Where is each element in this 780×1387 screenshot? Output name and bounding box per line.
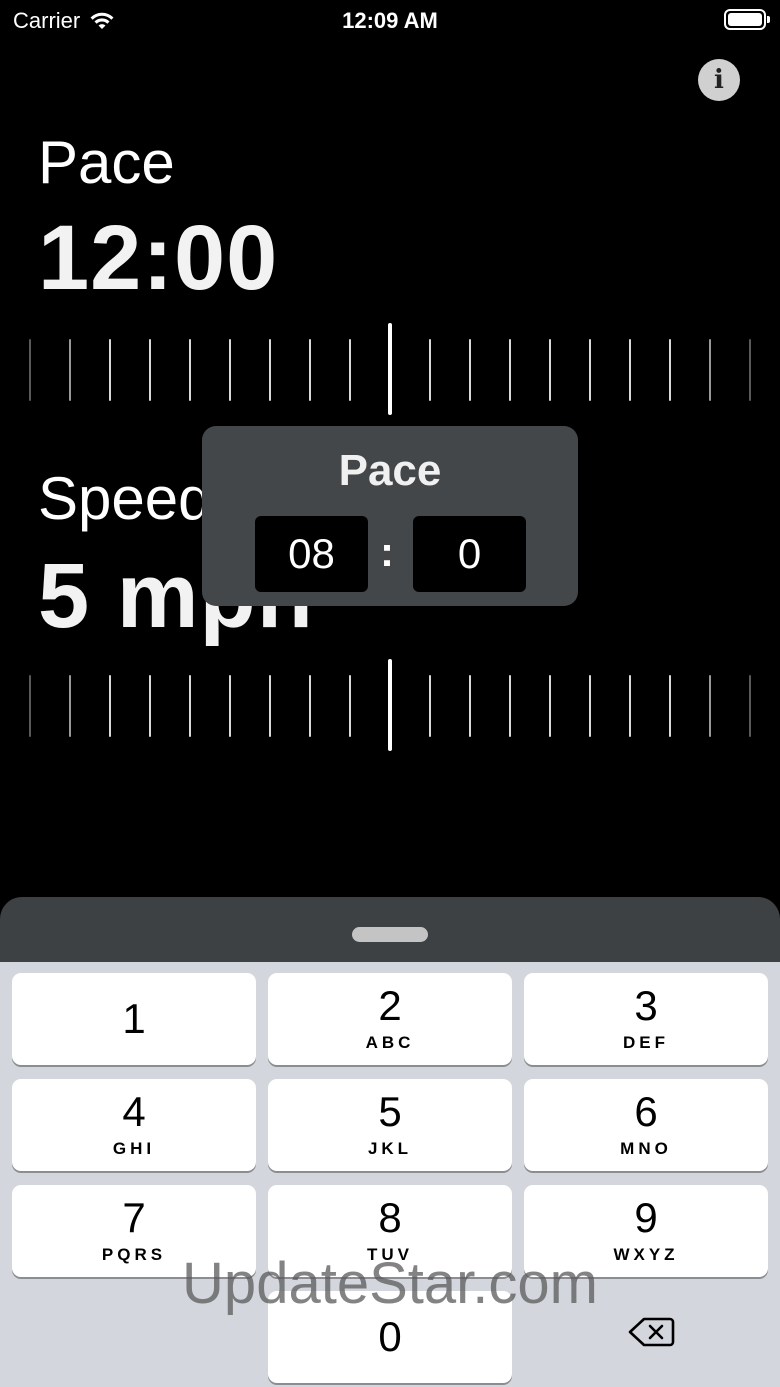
key-letters: DEF [623,1033,669,1052]
backspace-icon [628,1317,675,1347]
key-digit: 9 [634,1194,658,1241]
key-digit: 4 [122,1088,146,1135]
status-time: 12:09 AM [342,8,438,33]
key-digit: 1 [122,995,146,1042]
key-letters: JKL [367,1139,413,1158]
minutes-field[interactable]: 08 [255,516,368,592]
key-5[interactable]: 5 JKL [268,1079,512,1171]
key-digit: 3 [634,982,658,1029]
key-digit: 5 [378,1088,402,1135]
key-digit: 7 [122,1194,146,1241]
key-6[interactable]: 6 MNO [524,1079,768,1171]
pace-label: Pace [38,129,175,196]
pace-ruler-slider[interactable] [0,320,780,420]
key-digit: 8 [378,1194,402,1241]
info-button[interactable]: i [698,59,740,101]
key-0[interactable]: 0 [268,1291,512,1383]
key-letters: TUV [367,1245,413,1264]
sheet-grabber-handle[interactable] [352,927,428,942]
key-4[interactable]: 4 GHI [12,1079,256,1171]
key-letters: GHI [112,1139,156,1158]
battery-icon [724,9,770,30]
speed-ruler-slider[interactable] [0,656,780,756]
time-separator: : [380,528,394,575]
delete-button[interactable] [600,1312,700,1352]
speed-label: Speed [38,465,212,532]
pace-value: 12:00 [38,207,279,309]
key-3[interactable]: 3 DEF [524,973,768,1065]
key-digit: 6 [634,1088,658,1135]
popup-title: Pace [338,446,442,495]
key-digit: 2 [378,982,402,1029]
key-letters: WXYZ [613,1245,679,1264]
key-2[interactable]: 2 ABC [268,973,512,1065]
key-letters: MNO [620,1139,672,1158]
key-1[interactable]: 1 [12,973,256,1065]
status-bar: Carrier 12:09 AM [0,0,780,44]
pace-input-popup: Pace 08 : 0 [202,426,578,606]
seconds-field[interactable]: 0 [413,516,526,592]
info-icon: i [714,65,724,95]
key-letters: PQRS [101,1245,167,1264]
key-8[interactable]: 8 TUV [268,1185,512,1277]
key-digit: 0 [378,1313,402,1360]
key-7[interactable]: 7 PQRS [12,1185,256,1277]
key-9[interactable]: 9 WXYZ [524,1185,768,1277]
key-letters: ABC [365,1033,415,1052]
